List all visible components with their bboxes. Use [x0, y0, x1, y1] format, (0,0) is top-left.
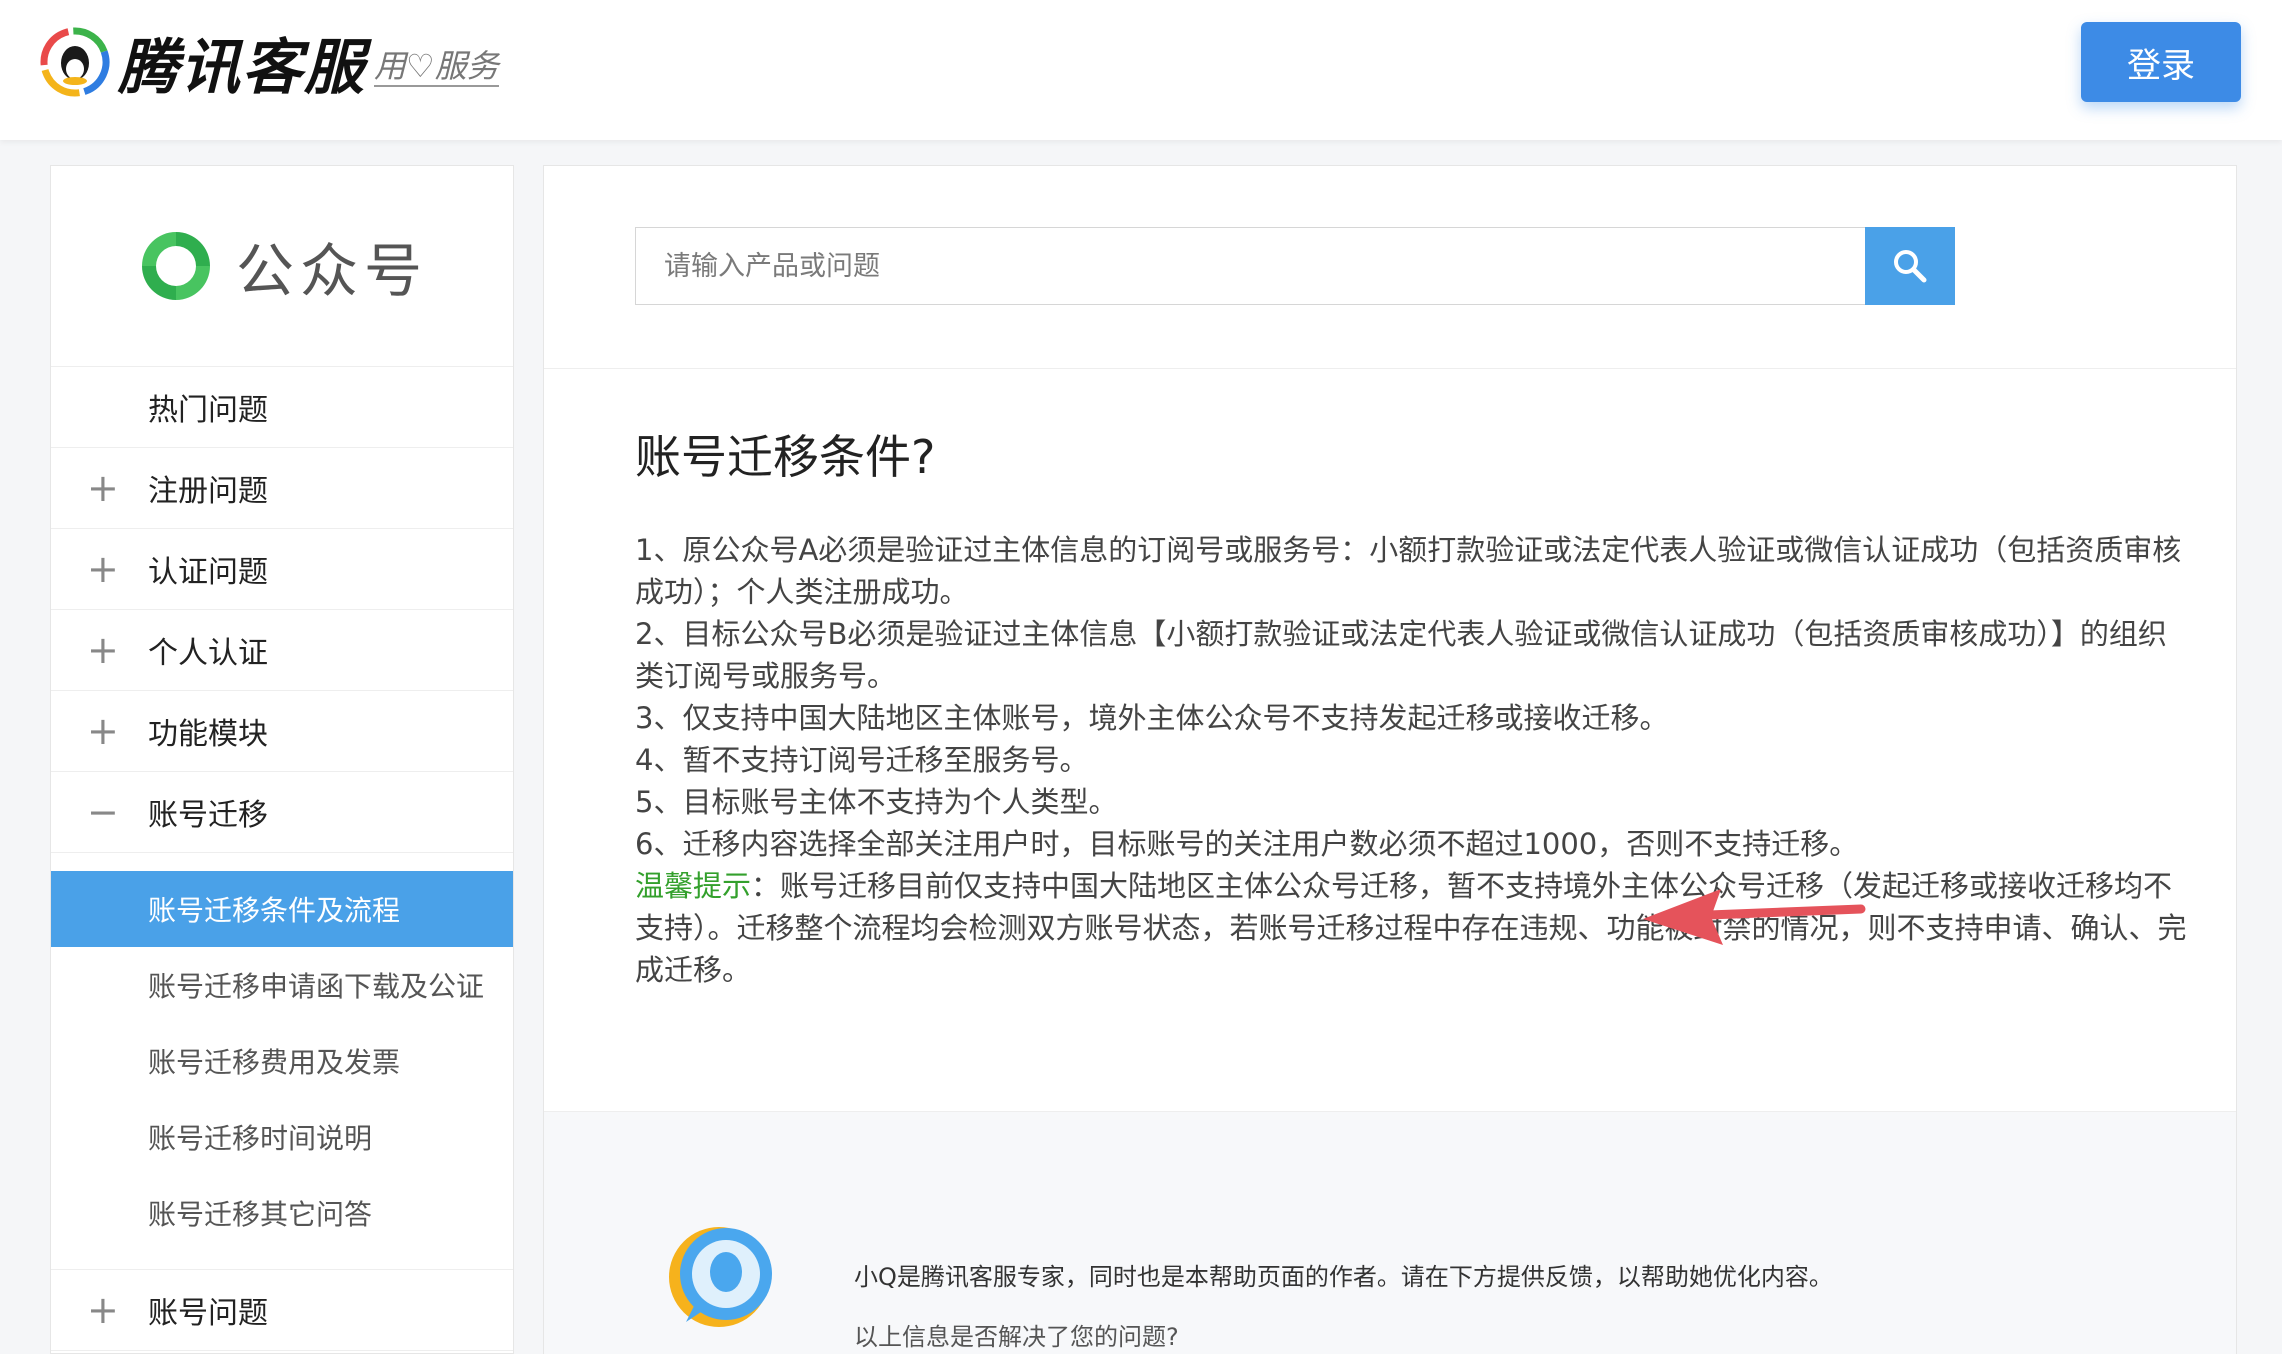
sidebar-item-personal-verification[interactable]: + 个人认证 — [51, 610, 513, 691]
sidebar-item-account-migration[interactable]: − 账号迁移 — [51, 772, 513, 853]
feedback-intro: 小Q是腾讯客服专家，同时也是本帮助页面的作者。请在下方提供反馈，以帮助她优化内容… — [854, 1263, 1833, 1291]
sidebar-item-registration[interactable]: + 注册问题 — [51, 448, 513, 529]
login-button[interactable]: 登录 — [2081, 22, 2241, 102]
tencent-penguin-icon — [40, 27, 110, 97]
plus-icon: + — [87, 1288, 119, 1332]
condition-item: 6、迁移内容选择全部关注用户时，目标账号的关注用户数必须不超过1000，否则不支… — [635, 827, 1859, 861]
sidebar: 公众号 热门问题 + 注册问题 + 认证问题 + 个人认证 + 功能模块 − 账… — [50, 165, 514, 1354]
sidebar-item-hot-questions[interactable]: 热门问题 — [51, 367, 513, 448]
brand-logo[interactable]: 腾讯客服 用♡服务 — [40, 22, 499, 103]
feedback-question: 以上信息是否解决了您的问题? — [854, 1323, 1179, 1351]
tip-text: ：账号迁移目前仅支持中国大陆地区主体公众号迁移，暂不支持境外主体公众号迁移（发起… — [635, 869, 2187, 987]
brand-name: 腾讯客服 — [118, 32, 366, 103]
minus-icon: − — [87, 790, 119, 834]
sidebar-item-label: 认证问题 — [148, 555, 268, 590]
article-title: 账号迁移条件? — [635, 430, 936, 484]
sidebar-item-verification[interactable]: + 认证问题 — [51, 529, 513, 610]
main-panel: 账号迁移条件? 1、原公众号A必须是验证过主体信息的订阅号或服务号：小额打款验证… — [543, 165, 2237, 1354]
condition-item: 1、原公众号A必须是验证过主体信息的订阅号或服务号：小额打款验证或法定代表人验证… — [635, 533, 2182, 609]
search-button[interactable] — [1865, 227, 1955, 305]
xiaoq-avatar-icon — [669, 1227, 772, 1327]
condition-item: 3、仅支持中国大陆地区主体账号，境外主体公众号不支持发起迁移或接收迁移。 — [635, 701, 1669, 735]
sidebar-item-label: 账号问题 — [148, 1296, 268, 1331]
search-input[interactable] — [635, 227, 1865, 305]
subitem-migration-other[interactable]: 账号迁移其它问答 — [51, 1175, 513, 1251]
condition-item: 4、暂不支持订阅号迁移至服务号。 — [635, 743, 1089, 777]
sidebar-item-features[interactable]: + 功能模块 — [51, 691, 513, 772]
sidebar-item-label: 注册问题 — [148, 474, 268, 509]
tip-label: 温馨提示 — [635, 869, 752, 903]
tip-paragraph: 温馨提示：账号迁移目前仅支持中国大陆地区主体公众号迁移，暂不支持境外主体公众号迁… — [635, 865, 2195, 991]
subitem-migration-time[interactable]: 账号迁移时间说明 — [51, 1099, 513, 1175]
sidebar-item-label: 热门问题 — [148, 393, 268, 428]
subitem-migration-fees[interactable]: 账号迁移费用及发票 — [51, 1023, 513, 1099]
subitem-migration-conditions[interactable]: 账号迁移条件及流程 — [51, 871, 513, 947]
search-bar — [544, 166, 2236, 369]
sidebar-item-label: 功能模块 — [148, 717, 268, 752]
sidebar-item-label: 账号迁移 — [148, 798, 268, 833]
plus-icon: + — [87, 628, 119, 672]
article-body: 账号迁移条件? 1、原公众号A必须是验证过主体信息的订阅号或服务号：小额打款验证… — [635, 421, 2195, 991]
search-icon — [1894, 250, 1927, 283]
subitem-migration-letter[interactable]: 账号迁移申请函下载及公证 — [51, 947, 513, 1023]
plus-icon: + — [87, 709, 119, 753]
sidebar-item-label: 个人认证 — [148, 636, 268, 671]
sidebar-item-account-issues[interactable]: + 账号问题 — [51, 1270, 513, 1351]
official-account-icon — [141, 232, 210, 300]
migration-subitems: 账号迁移条件及流程 账号迁移申请函下载及公证 账号迁移费用及发票 账号迁移时间说… — [51, 853, 513, 1270]
condition-item: 5、目标账号主体不支持为个人类型。 — [635, 785, 1118, 819]
top-header: 腾讯客服 用♡服务 登录 — [0, 0, 2282, 140]
feedback-section: 小Q是腾讯客服专家，同时也是本帮助页面的作者。请在下方提供反馈，以帮助她优化内容… — [544, 1111, 2236, 1354]
product-name: 公众号 — [235, 237, 428, 305]
red-arrow-annotation — [1643, 889, 1866, 945]
condition-item: 2、目标公众号B必须是验证过主体信息【小额打款验证或法定代表人验证或微信认证成功… — [635, 617, 2167, 693]
product-header[interactable]: 公众号 — [51, 166, 513, 367]
plus-icon: + — [87, 466, 119, 510]
brand-slogan: 用♡服务 — [374, 47, 499, 87]
plus-icon: + — [87, 547, 119, 591]
